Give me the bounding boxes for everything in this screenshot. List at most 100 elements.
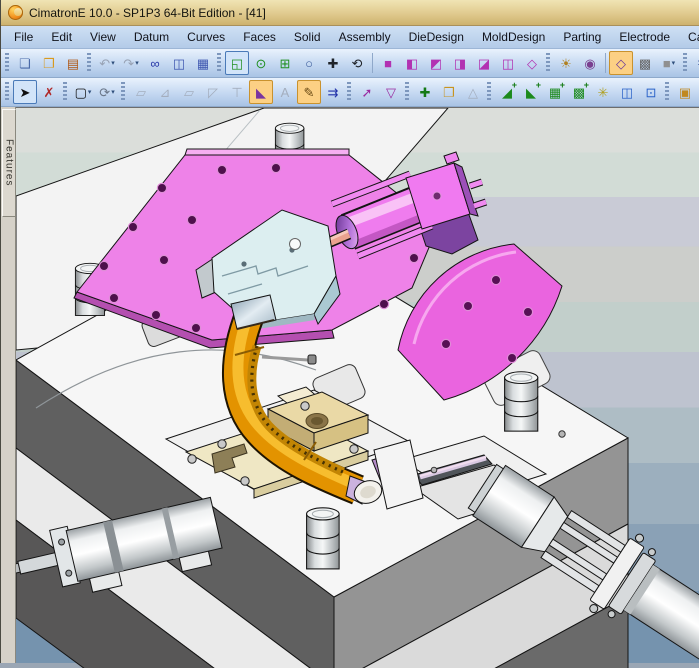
undo-dropdown-arrow[interactable]: ▾ <box>111 59 115 67</box>
menu-solid[interactable]: Solid <box>285 27 330 47</box>
features-tab[interactable]: Features <box>2 109 16 217</box>
delete-assembly-tree-button[interactable]: ▦ <box>191 51 215 75</box>
offset-face-button[interactable]: ⊿ <box>153 80 177 104</box>
window-select-dropdown-arrow[interactable]: ▾ <box>88 88 92 96</box>
pattern-components-button[interactable]: ◫ <box>615 80 639 104</box>
zoom-window-button[interactable]: ⊞ <box>273 51 297 75</box>
redo-button[interactable]: ↷▾ <box>119 51 143 75</box>
toolbar-grip[interactable] <box>217 53 221 73</box>
display-shaded-edges-button[interactable]: ▩ <box>633 51 657 75</box>
dynamic-viewing-dropdown-arrow[interactable]: ▾ <box>111 88 115 96</box>
window-select-button[interactable]: ▢▾ <box>71 80 95 104</box>
show-hidden-button[interactable]: ⇉ <box>321 80 345 104</box>
dynamic-viewing-button[interactable]: ⟳▾ <box>95 80 119 104</box>
measure-button[interactable]: △ <box>461 80 485 104</box>
selection-filter-button[interactable]: ▽ <box>379 80 403 104</box>
view-top-button[interactable]: ◩ <box>424 51 448 75</box>
menu-faces[interactable]: Faces <box>234 27 285 47</box>
view-isometric-button[interactable]: ■ <box>376 51 400 75</box>
toolbar-grip[interactable] <box>546 53 550 73</box>
catalog-browser-button[interactable]: ▣ <box>673 80 697 104</box>
viewport-canvas[interactable] <box>16 107 699 663</box>
toolbar-grip[interactable] <box>63 82 67 102</box>
zoom-in-out-button[interactable]: ○ <box>297 51 321 75</box>
menubar: FileEditViewDatumCurvesFacesSolidAssembl… <box>1 26 699 49</box>
feature-tree-strip: Features <box>1 107 16 663</box>
copy-assembly-tree-button[interactable]: ◫ <box>167 51 191 75</box>
menu-datum[interactable]: Datum <box>125 27 178 47</box>
pan-button[interactable]: ✚ <box>321 51 345 75</box>
extend-face-button[interactable]: ▱ <box>177 80 201 104</box>
split-face-button[interactable]: ◸ <box>201 80 225 104</box>
display-shaded-dropdown-arrow[interactable]: ▾ <box>672 59 676 67</box>
menu-molddesign[interactable]: MoldDesign <box>473 27 554 47</box>
open-document-button[interactable]: ❐ <box>37 51 61 75</box>
view-references-button[interactable]: ∞ <box>143 51 167 75</box>
open-catalog-part-button[interactable]: ❐ <box>437 80 461 104</box>
display-shaded-button[interactable]: ■▾ <box>657 51 681 75</box>
sketcher-button[interactable]: ✎ <box>297 80 321 104</box>
toolbar-grip[interactable] <box>683 53 687 73</box>
offset-face-icon: ⊿ <box>160 86 171 99</box>
redo-dropdown-arrow[interactable]: ▾ <box>135 59 139 67</box>
toolbar-grip[interactable] <box>5 82 9 102</box>
undo-button[interactable]: ↶▾ <box>95 51 119 75</box>
app-logo-icon <box>8 5 23 20</box>
new-light-part-button[interactable]: ✳ <box>591 80 615 104</box>
pick-path-icon: ➚ <box>362 86 373 99</box>
toolbar-grip[interactable] <box>405 82 409 102</box>
menu-view[interactable]: View <box>81 27 125 47</box>
pick-path-button[interactable]: ➚ <box>355 80 379 104</box>
open-document-icon: ❐ <box>43 57 55 70</box>
menu-electrode[interactable]: Electrode <box>610 27 679 47</box>
menu-parting[interactable]: Parting <box>554 27 610 47</box>
rotate-view-button[interactable]: ⟲ <box>345 51 369 75</box>
save-document-button[interactable]: ▤ <box>61 51 85 75</box>
menu-edit[interactable]: Edit <box>42 27 81 47</box>
display-wireframe-button[interactable]: ◇ <box>609 51 633 75</box>
menu-diedesign[interactable]: DieDesign <box>400 27 473 47</box>
annotate-text-button[interactable]: A <box>273 80 297 104</box>
unselect-all-icon: ✗ <box>44 86 55 99</box>
add-hole-button[interactable]: ⊤ <box>225 80 249 104</box>
toolbar-grip[interactable] <box>87 53 91 73</box>
view-front-button[interactable]: ◧ <box>400 51 424 75</box>
toolbar-overflow-button[interactable]: »▾ <box>691 51 699 75</box>
menu-file[interactable]: File <box>5 27 42 47</box>
annotate-text-icon: A <box>281 86 290 99</box>
align-components-button[interactable]: ⊡ <box>639 80 663 104</box>
new-document-button[interactable]: ❏ <box>13 51 37 75</box>
menu-curves[interactable]: Curves <box>178 27 234 47</box>
add-process-button[interactable]: ▩+ <box>567 80 591 104</box>
toolbar-grip[interactable] <box>5 53 9 73</box>
copy-face-button[interactable]: ▱ <box>129 80 153 104</box>
view-bottom-button[interactable]: ◫ <box>496 51 520 75</box>
pick-feature-button[interactable]: ➤ <box>13 80 37 104</box>
unselect-all-button[interactable]: ✗ <box>37 80 61 104</box>
zoom-in-out-icon: ○ <box>305 57 313 70</box>
show-hidden-icon: ⇉ <box>328 86 339 99</box>
menu-catalog[interactable]: Catalog <box>679 27 699 47</box>
light-settings-button[interactable]: ☀ <box>554 51 578 75</box>
zoom-dynamic-button[interactable]: ⊙ <box>249 51 273 75</box>
menu-assembly[interactable]: Assembly <box>330 27 400 47</box>
zoom-all-button[interactable]: ◱ <box>225 51 249 75</box>
add-subassembly-button[interactable]: ◣+ <box>519 80 543 104</box>
toolbar-grip[interactable] <box>487 82 491 102</box>
remove-faces-button[interactable]: ◣ <box>249 80 273 104</box>
view-custom-button[interactable]: ◇ <box>520 51 544 75</box>
view-custom-icon: ◇ <box>527 57 537 70</box>
toolbar-grip[interactable] <box>347 82 351 102</box>
pattern-components-icon: ◫ <box>621 86 633 99</box>
display-wireframe-icon: ◇ <box>616 57 626 70</box>
toolbar-grip[interactable] <box>121 82 125 102</box>
add-drawing-button[interactable]: ▦+ <box>543 80 567 104</box>
view-right-button[interactable]: ◨ <box>448 51 472 75</box>
ucs-display-button[interactable]: ✚ <box>413 80 437 104</box>
add-part-button[interactable]: ◢+ <box>495 80 519 104</box>
snapshot-button[interactable]: ◉ <box>578 51 602 75</box>
view-back-button[interactable]: ◪ <box>472 51 496 75</box>
add-process-plus-badge: + <box>584 80 589 90</box>
toolbar-grip[interactable] <box>665 82 669 102</box>
window-select-icon: ▢ <box>75 86 87 99</box>
